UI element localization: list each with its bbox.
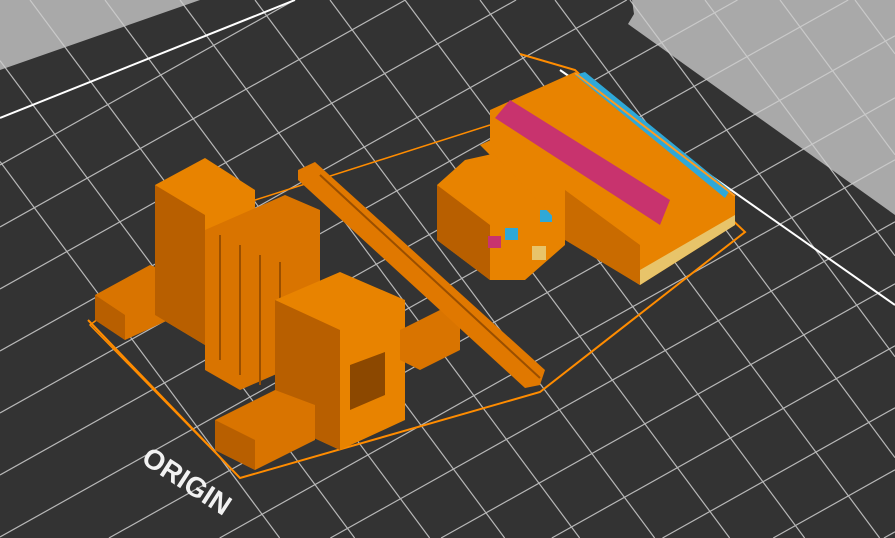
- 3d-preview-viewport[interactable]: ORIGIN: [0, 0, 895, 538]
- window-magenta: [488, 236, 501, 248]
- window-blue: [505, 228, 518, 240]
- grid-line: [779, 0, 895, 156]
- door-yellow: [532, 246, 546, 260]
- print-bed: [0, 0, 895, 538]
- print-bed-scene[interactable]: ORIGIN: [0, 0, 895, 538]
- grid-line: [854, 0, 895, 55]
